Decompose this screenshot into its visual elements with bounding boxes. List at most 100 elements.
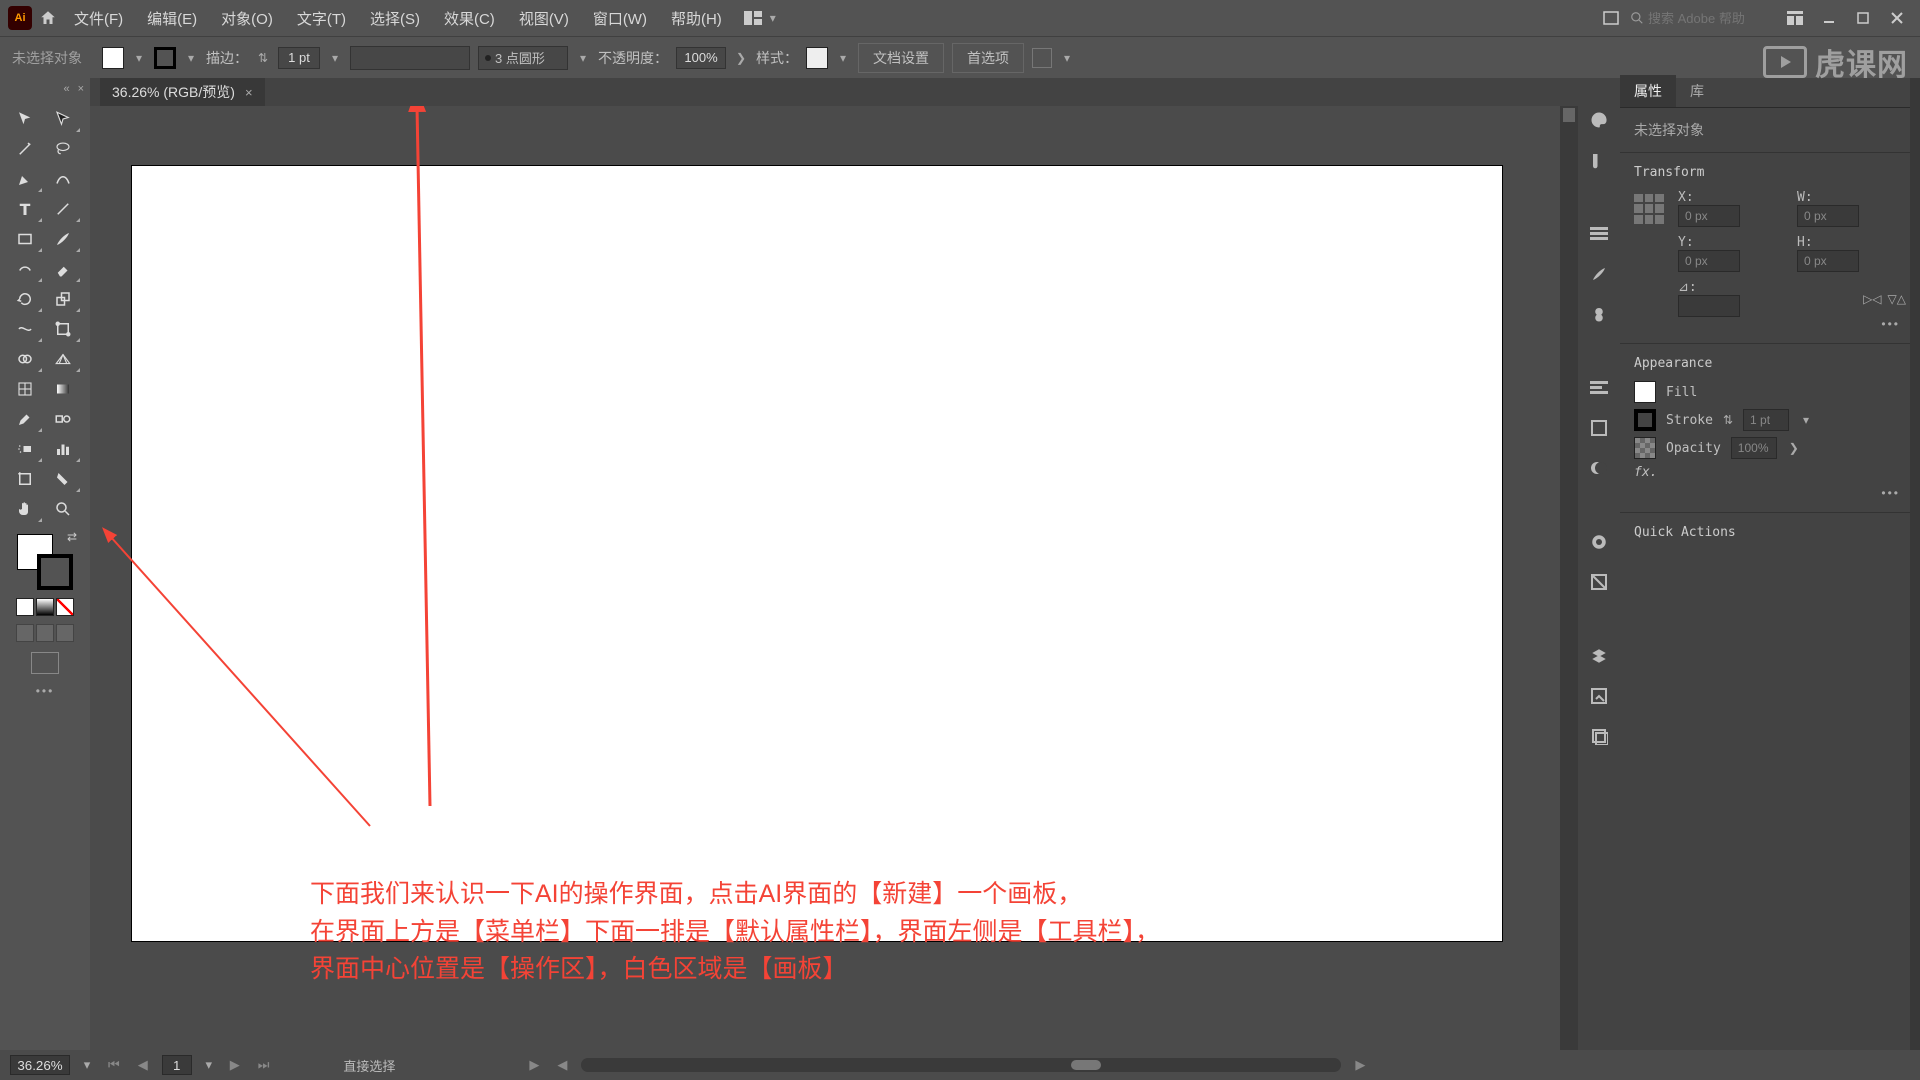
appearance-more-icon[interactable]: ••• — [1634, 486, 1906, 500]
y-value[interactable]: 0 px — [1678, 250, 1740, 272]
perspective-grid-tool[interactable] — [44, 344, 82, 374]
tab-properties[interactable]: 属性 — [1620, 75, 1676, 107]
zoom-level-input[interactable] — [10, 1055, 70, 1075]
vertical-scrollbar[interactable] — [1560, 106, 1578, 1050]
magic-wand-tool[interactable] — [6, 134, 44, 164]
color-panel-icon[interactable] — [1587, 108, 1611, 132]
mesh-tool[interactable] — [6, 374, 44, 404]
type-tool[interactable] — [6, 194, 44, 224]
canvas-viewport[interactable]: 下面我们来认识一下AI的操作界面，点击AI界面的【新建】一个画板， 在界面上方是… — [90, 106, 1578, 1050]
scale-tool[interactable] — [44, 284, 82, 314]
opacity-input[interactable] — [676, 47, 726, 69]
artboard-number-input[interactable] — [162, 1055, 192, 1075]
column-graph-tool[interactable] — [44, 434, 82, 464]
artboards-panel-icon[interactable] — [1587, 724, 1611, 748]
w-value[interactable]: 0 px — [1797, 205, 1859, 227]
zoom-dropdown-icon[interactable]: ▾ — [80, 1058, 94, 1072]
graphic-styles-panel-icon[interactable] — [1587, 570, 1611, 594]
stroke-dropdown-icon[interactable]: ▾ — [184, 51, 198, 65]
graphic-style-swatch[interactable] — [806, 47, 828, 69]
curvature-tool[interactable] — [44, 164, 82, 194]
panel-scrollbar[interactable] — [1910, 78, 1920, 1050]
document-tab-close-icon[interactable]: × — [245, 85, 253, 100]
paintbrush-tool[interactable] — [44, 224, 82, 254]
screen-mode-icon[interactable] — [1600, 7, 1622, 29]
edit-toolbar-icon[interactable]: ••• — [6, 684, 84, 698]
help-search[interactable] — [1630, 11, 1768, 26]
gradient-tool[interactable] — [44, 374, 82, 404]
symbol-sprayer-tool[interactable] — [6, 434, 44, 464]
menu-edit[interactable]: 编辑(E) — [137, 2, 207, 35]
hscroll-right-icon[interactable]: ▶ — [1351, 1057, 1369, 1073]
fx-button[interactable]: fx. — [1634, 465, 1657, 480]
artboard-tool[interactable] — [6, 464, 44, 494]
swap-fill-stroke-icon[interactable]: ⇄ — [67, 530, 77, 544]
appearance-panel-icon[interactable] — [1587, 530, 1611, 554]
draw-inside-icon[interactable] — [56, 624, 74, 642]
pen-tool[interactable] — [6, 164, 44, 194]
home-icon[interactable] — [36, 6, 60, 30]
eraser-tool[interactable] — [44, 254, 82, 284]
transform-more-icon[interactable]: ••• — [1634, 317, 1906, 331]
stroke-weight-dd-icon[interactable]: ▾ — [1799, 413, 1813, 427]
screen-mode-button[interactable] — [31, 652, 59, 674]
stroke-swatch[interactable] — [154, 47, 176, 69]
menu-file[interactable]: 文件(F) — [64, 2, 133, 35]
zoom-tool[interactable] — [44, 494, 82, 524]
hscroll-left-icon[interactable]: ◀ — [553, 1057, 571, 1073]
shaper-tool[interactable] — [6, 254, 44, 284]
color-solid-icon[interactable] — [16, 598, 34, 616]
close-icon[interactable] — [1886, 7, 1908, 29]
brush-dropdown-icon[interactable]: ▾ — [576, 51, 590, 65]
appearance-opacity-value[interactable]: 100% — [1731, 437, 1777, 459]
artboard-dropdown-icon[interactable]: ▾ — [202, 1058, 216, 1072]
color-none-icon[interactable] — [56, 598, 74, 616]
flip-vertical-icon[interactable]: ▽△ — [1888, 292, 1906, 306]
transform-panel-icon[interactable] — [1587, 416, 1611, 440]
eyedropper-tool[interactable] — [6, 404, 44, 434]
rotate-tool[interactable] — [6, 284, 44, 314]
menu-object[interactable]: 对象(O) — [211, 2, 283, 35]
chevron-down-icon[interactable]: ▾ — [766, 11, 780, 25]
brushes-panel-icon[interactable] — [1587, 262, 1611, 286]
opacity-dropdown-icon[interactable]: ❯ — [734, 51, 748, 65]
fill-dropdown-icon[interactable]: ▾ — [132, 51, 146, 65]
asset-export-panel-icon[interactable] — [1587, 684, 1611, 708]
flip-horizontal-icon[interactable]: ▷◁ — [1863, 292, 1881, 306]
variable-width-profile[interactable] — [350, 46, 470, 70]
fill-swatch[interactable] — [102, 47, 124, 69]
symbols-panel-icon[interactable] — [1587, 302, 1611, 326]
width-tool[interactable] — [6, 314, 44, 344]
opacity-dd-icon[interactable]: ❯ — [1787, 441, 1801, 455]
tab-libraries[interactable]: 库 — [1676, 75, 1718, 107]
pathfinder-panel-icon[interactable] — [1587, 456, 1611, 480]
appearance-opacity-swatch[interactable] — [1634, 437, 1656, 459]
slice-tool[interactable] — [44, 464, 82, 494]
angle-value[interactable] — [1678, 295, 1740, 317]
toolbar-close-icon[interactable]: × — [78, 83, 84, 95]
search-input[interactable] — [1648, 11, 1768, 26]
menu-view[interactable]: 视图(V) — [509, 2, 579, 35]
brush-definition[interactable]: 3 点圆形 — [478, 46, 568, 70]
horizontal-scrollbar[interactable] — [581, 1058, 1341, 1072]
reference-point-selector[interactable] — [1634, 194, 1664, 224]
menu-window[interactable]: 窗口(W) — [583, 2, 657, 35]
line-segment-tool[interactable] — [44, 194, 82, 224]
appearance-stroke-value[interactable]: 1 pt — [1743, 409, 1789, 431]
menu-type[interactable]: 文字(T) — [287, 2, 356, 35]
direct-selection-tool[interactable] — [44, 104, 82, 134]
maximize-icon[interactable] — [1852, 7, 1874, 29]
minimize-icon[interactable] — [1818, 7, 1840, 29]
menu-select[interactable]: 选择(S) — [360, 2, 430, 35]
h-value[interactable]: 0 px — [1797, 250, 1859, 272]
document-tab[interactable]: 36.26% (RGB/预览) × — [100, 78, 265, 106]
stroke-weight-stepper-icon[interactable]: ⇅ — [256, 51, 270, 65]
align-dropdown-icon[interactable]: ▾ — [1060, 51, 1074, 65]
stroke-weight-dropdown-icon[interactable]: ▾ — [328, 51, 342, 65]
x-value[interactable]: 0 px — [1678, 205, 1740, 227]
draw-normal-icon[interactable] — [16, 624, 34, 642]
next-artboard-icon[interactable]: ▶ — [226, 1057, 244, 1073]
layers-panel-icon[interactable] — [1587, 644, 1611, 668]
align-panel-icon[interactable] — [1032, 48, 1052, 68]
appearance-stroke-swatch[interactable] — [1634, 409, 1656, 431]
